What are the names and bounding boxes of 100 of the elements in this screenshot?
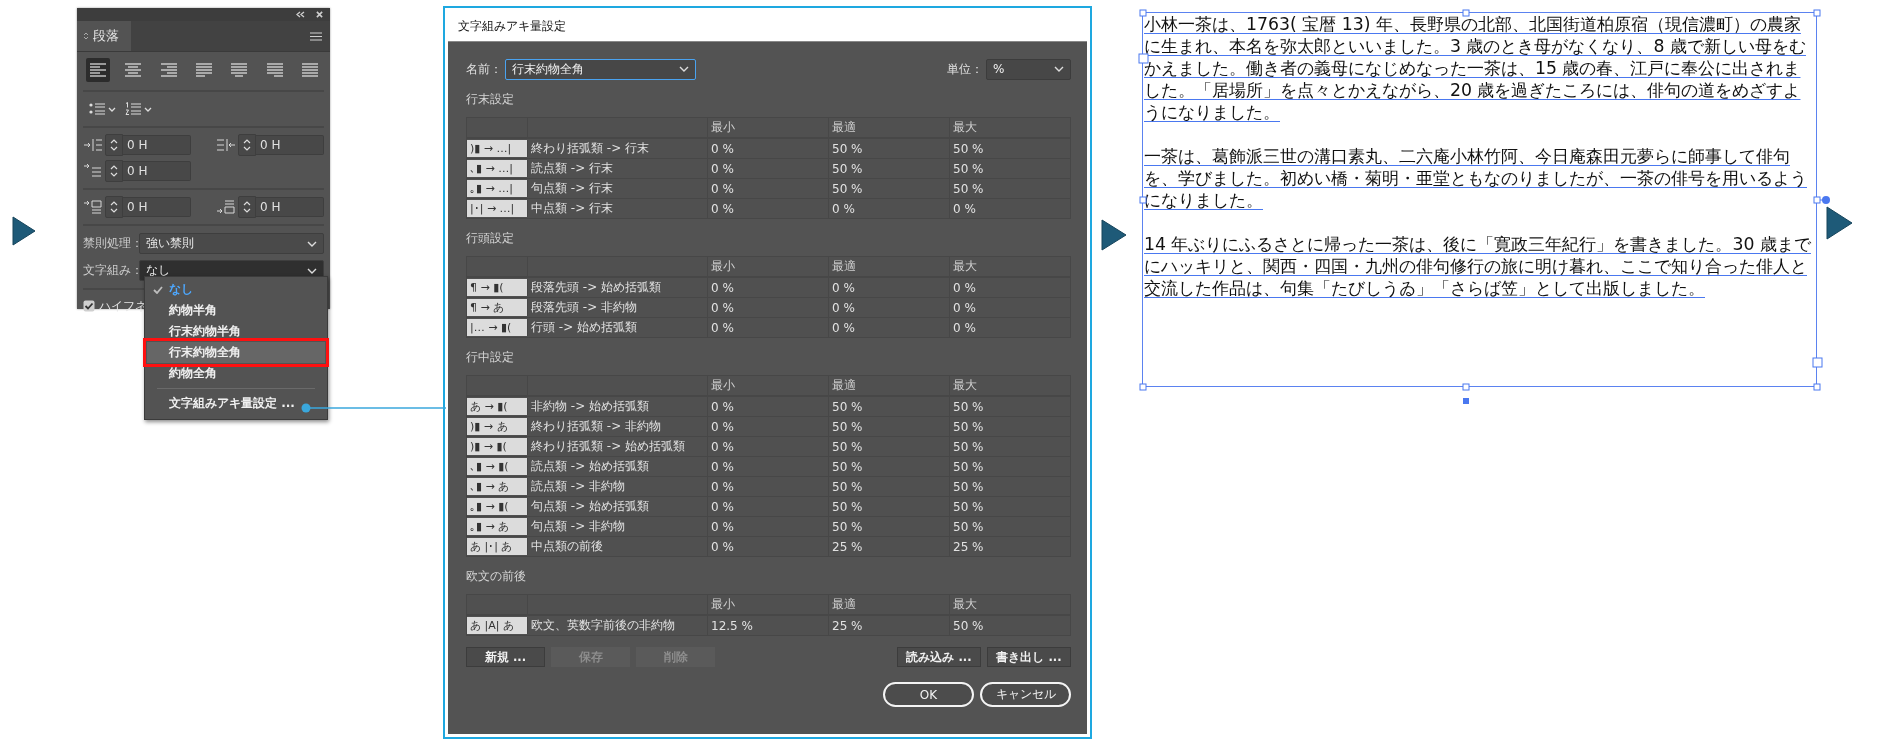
table-cell: 50 % (950, 397, 1071, 416)
table-cell: 12.5 % (708, 616, 829, 635)
table-cell: 50 % (950, 497, 1071, 516)
class-pair-glyph: あ |A| あ (467, 617, 528, 634)
panel-tab[interactable]: 段落 (77, 21, 131, 51)
class-pair-glyph: ､▮ → ▮( (467, 458, 528, 475)
checkbox[interactable] (83, 300, 95, 312)
paragraph: 14 年ぶりにふるさとに帰った一茶は、後に「寛政三年紀行」を書きました。30 歳までにハッキリと、関西・四国・九州の俳句修行の旅に明け暮れ、ここで知り合った俳人と交流した作品は、句集「たびしうゐ」「さらば笠」として出版しました。 (1144, 233, 1812, 299)
unit-dropdown[interactable]: % (986, 58, 1071, 80)
column-header: 最小 (708, 376, 829, 395)
indent-field[interactable]: 0 H (123, 135, 191, 155)
section-heading: 行頭設定 (466, 231, 515, 246)
kinsoku-dropdown[interactable]: 強い禁則 (139, 233, 324, 254)
table-cell: 50 % (950, 477, 1071, 496)
column-header: 最適 (829, 595, 950, 614)
cancel-button[interactable]: キャンセル (980, 682, 1071, 707)
table-cell: 0 % (708, 517, 829, 536)
dialog-button[interactable]: 書き出し ... (987, 647, 1071, 667)
table-cell: 50 % (829, 417, 950, 436)
space-after-icon (216, 199, 236, 215)
spinner-button[interactable] (105, 134, 123, 156)
column-header: 最適 (829, 118, 950, 137)
class-pair-glyph: ¶ → あ (467, 299, 528, 316)
table-cell: 25 % (829, 616, 950, 635)
table-cell: 0 % (708, 318, 829, 337)
table-cell: 0 % (708, 278, 829, 297)
triangle-arrow-icon (1826, 206, 1853, 240)
window-title: 文字組みアキ量設定 (448, 11, 1087, 42)
table-cell: 中点類の前後 (528, 537, 708, 556)
spinner-icon (110, 164, 118, 178)
table-cell: 50 % (829, 159, 950, 178)
table-cell: 50 % (829, 457, 950, 476)
indent-field[interactable]: 0 H (123, 197, 191, 217)
table-cell: 0 % (708, 417, 829, 436)
spinner-button[interactable] (238, 196, 256, 218)
spinner-icon (110, 138, 118, 152)
align-icon (196, 63, 212, 77)
up-down-icon (83, 31, 89, 41)
indent-field[interactable]: 0 H (123, 161, 191, 181)
class-pair-glyph: あ → ▮( (467, 398, 528, 415)
tab-label[interactable]: 段落 (93, 27, 119, 45)
class-pair-glyph: )▮ → ▮( (467, 438, 528, 455)
table-cell: 50 % (950, 616, 1071, 635)
spinner-icon (243, 138, 251, 152)
table-cell: 読点類 -> 非約物 (528, 477, 708, 496)
spinner-button[interactable] (105, 160, 123, 182)
chevron-icon (1054, 66, 1064, 72)
spinner-button[interactable] (238, 134, 256, 156)
chevron-icon (307, 240, 317, 247)
caret-icon[interactable] (144, 106, 152, 112)
section-heading: 行中設定 (466, 350, 515, 365)
table-cell: 0 % (708, 437, 829, 456)
column-header: 最大 (950, 376, 1071, 395)
ok-button[interactable]: OK (883, 682, 974, 707)
triangle-arrow-icon (12, 216, 36, 246)
menu-item[interactable]: 文字組みアキ量設定 ... (147, 393, 297, 414)
align-icon (231, 63, 248, 77)
menu-item[interactable]: 行末約物半角 (147, 321, 325, 342)
close-icon[interactable] (315, 11, 324, 18)
menu-item[interactable]: 約物半角 (147, 300, 325, 321)
table-cell: 50 % (950, 179, 1071, 198)
table-cell: 句点類 -> 始め括弧類 (528, 497, 708, 516)
table-cell: 50 % (950, 457, 1071, 476)
class-pair-glyph: )▮ → …| (467, 140, 528, 157)
table-cell: 読点類 -> 行末 (528, 159, 708, 178)
table-cell: 中点類 -> 行末 (528, 199, 708, 218)
first-line-indent-icon (83, 163, 103, 179)
table-cell: 行頭 -> 始め括弧類 (528, 318, 708, 337)
class-pair-glyph: あ |･| あ (467, 538, 528, 555)
name-label: 名前： (466, 60, 502, 78)
table-cell: 25 % (829, 537, 950, 556)
table-cell: 50 % (829, 437, 950, 456)
column-header: 最大 (950, 595, 1071, 614)
spinner-button[interactable] (105, 196, 123, 218)
table-cell: 50 % (950, 159, 1071, 178)
class-pair-glyph: |… → ▮( (467, 319, 528, 336)
table-cell: 0 % (950, 318, 1071, 337)
class-pair-glyph: ¶ → ▮( (467, 279, 528, 296)
indent-field[interactable]: 0 H (256, 197, 324, 217)
table-cell: 0 % (829, 199, 950, 218)
chevron-icon (679, 66, 689, 72)
table-cell: 50 % (829, 397, 950, 416)
menu-icon[interactable] (310, 31, 322, 41)
bullet-list-icon[interactable] (89, 102, 105, 116)
menu-item[interactable]: 約物全角 (147, 363, 325, 384)
table-cell: 0 % (708, 139, 829, 158)
table-cell: 句点類 -> 非約物 (528, 517, 708, 536)
numbered-list-icon[interactable] (125, 102, 141, 116)
indent-field[interactable]: 0 H (256, 135, 324, 155)
dialog-button[interactable]: 読み込み ... (897, 647, 981, 667)
paragraph: 一茶は、葛飾派三世の溝口素丸、二六庵小林竹阿、今日庵森田元夢らに師事して俳句を、学びました。初めい橋・菊明・亜堂ともなのりましたが、一茶の俳号を用いるようになりました。 (1144, 145, 1808, 211)
table-cell: 段落先頭 -> 始め括弧類 (528, 278, 708, 297)
caret-icon[interactable] (108, 106, 116, 112)
unit-label: 単位： (947, 60, 983, 78)
align-button[interactable] (86, 58, 110, 82)
dialog-button[interactable]: 新規 ... (466, 647, 545, 667)
name-dropdown[interactable]: 行末約物全角 (505, 58, 696, 80)
spinner-icon (243, 200, 251, 214)
collapse-icon[interactable] (296, 11, 305, 18)
table-cell: 50 % (950, 517, 1071, 536)
